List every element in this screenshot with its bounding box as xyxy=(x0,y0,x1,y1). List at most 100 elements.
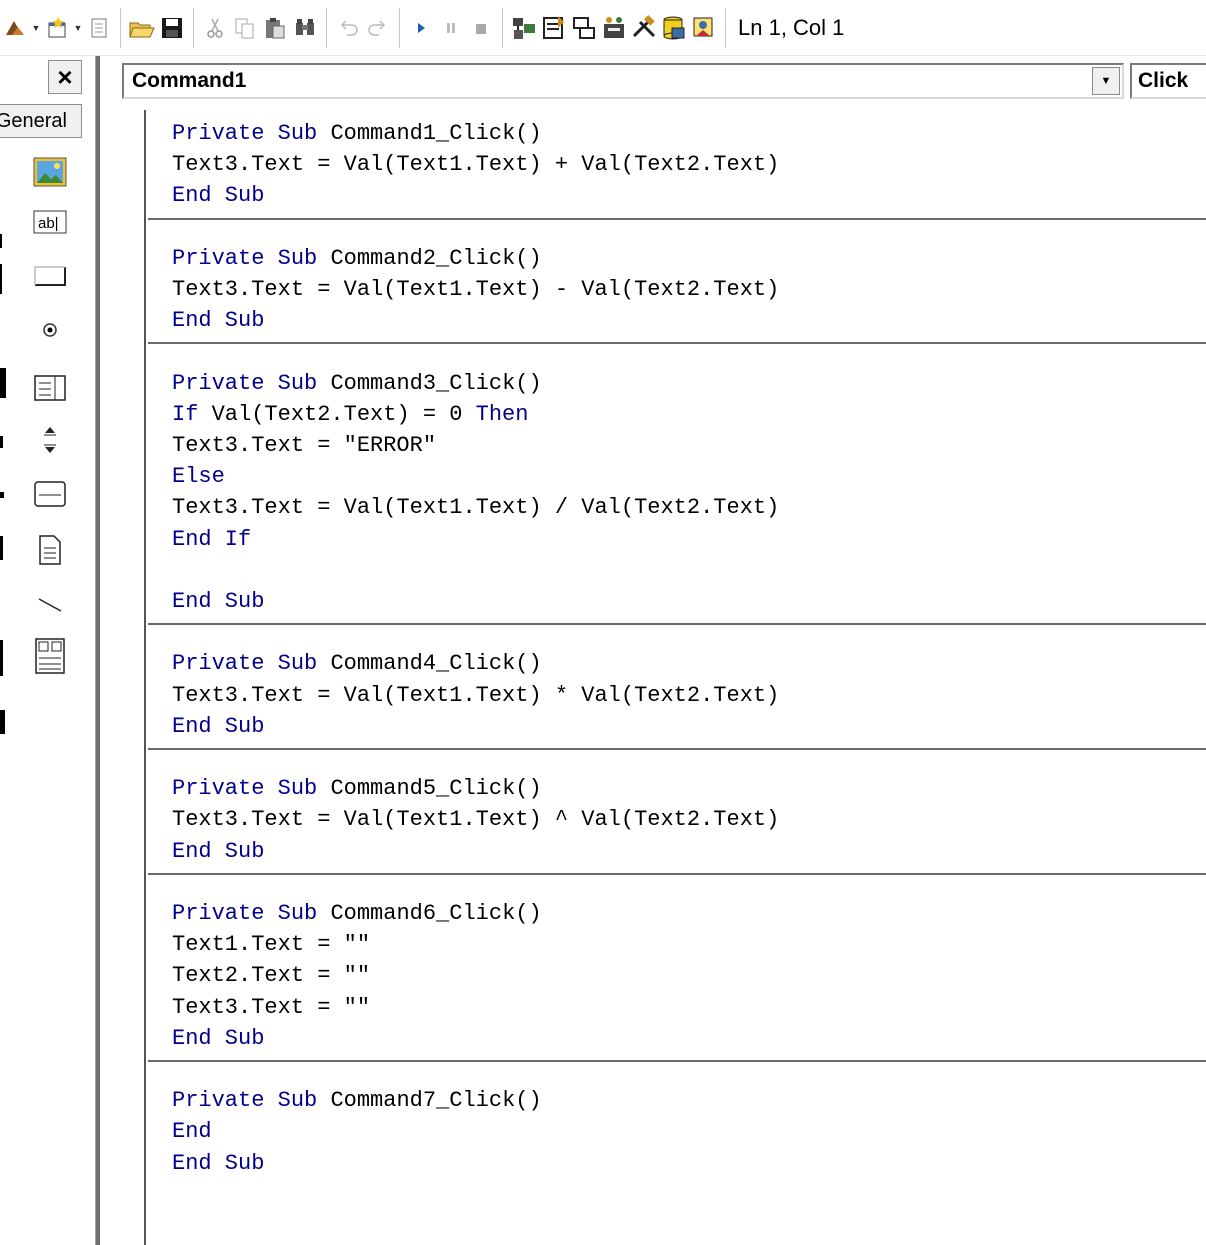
code-line[interactable]: Text1.Text = "" xyxy=(172,929,370,960)
code-keyword: End If xyxy=(172,526,252,552)
code-line[interactable]: End Sub xyxy=(172,180,264,211)
code-line[interactable]: Private Sub Command6_Click() xyxy=(172,898,542,929)
code-keyword: Private Sub xyxy=(172,1088,331,1114)
code-line[interactable]: End Sub xyxy=(172,586,264,617)
undo-icon[interactable] xyxy=(333,8,363,48)
menu-editor-icon[interactable] xyxy=(84,8,114,48)
code-line[interactable]: Text3.Text = Val(Text1.Text) ^ Val(Text2… xyxy=(172,804,779,835)
code-text: Command3_Click() xyxy=(330,370,542,396)
code-text: Text3.Text = "" xyxy=(172,994,371,1020)
margin-indicator-bar[interactable] xyxy=(100,110,146,1245)
toolbox-clipped-edge xyxy=(0,536,3,560)
code-keyword: End Sub xyxy=(172,183,265,209)
line-tool-icon[interactable] xyxy=(26,582,74,626)
toolbar-separator xyxy=(399,7,400,48)
object-combo[interactable]: Command1 ▼ xyxy=(122,63,1124,99)
chevron-down-icon[interactable]: ▼ xyxy=(1092,67,1120,95)
textbox-tool-icon[interactable]: ab| xyxy=(26,200,74,244)
code-line[interactable]: Text3.Text = Val(Text1.Text) - Val(Text2… xyxy=(172,274,779,305)
code-keyword: Else xyxy=(172,464,225,490)
cut-icon[interactable] xyxy=(200,8,230,48)
data-view-icon[interactable] xyxy=(659,8,689,48)
procedure-separator xyxy=(148,872,1206,875)
code-keyword: End Sub xyxy=(172,589,265,614)
commandbutton-tool-icon[interactable] xyxy=(26,254,74,298)
file-list-tool-icon[interactable] xyxy=(26,528,74,572)
toolbox-clipped-edge xyxy=(0,368,6,398)
listbox-tool-icon[interactable] xyxy=(26,366,74,410)
end-icon[interactable] xyxy=(466,8,496,48)
add-form-icon[interactable] xyxy=(42,8,72,48)
svg-text:ab|: ab| xyxy=(38,215,59,232)
code-line[interactable]: End xyxy=(172,1116,212,1147)
code-line[interactable]: Else xyxy=(172,461,225,492)
code-text: Command6_Click() xyxy=(330,901,542,926)
procedure-combo[interactable]: Click xyxy=(1130,63,1206,99)
code-line[interactable]: End If xyxy=(172,524,251,555)
code-keyword: End Sub xyxy=(172,1025,265,1051)
object-browser-icon[interactable] xyxy=(599,8,629,48)
dropdown-arrow-icon[interactable]: ▼ xyxy=(30,8,42,48)
code-line[interactable]: Text3.Text = "ERROR" xyxy=(172,430,436,461)
code-line[interactable]: Private Sub Command5_Click() xyxy=(172,773,542,804)
code-keyword: Private Sub xyxy=(172,901,331,926)
code-line[interactable]: End Sub xyxy=(172,1148,264,1179)
toolbar-separator xyxy=(193,7,194,48)
code-window: Command1 ▼ Click Private Sub Command1_Cl… xyxy=(96,56,1206,1245)
code-line[interactable]: Text3.Text = "" xyxy=(172,992,370,1023)
project-explorer-icon[interactable] xyxy=(509,8,539,48)
code-line[interactable]: Private Sub Command2_Click() xyxy=(172,243,542,274)
paste-icon[interactable] xyxy=(260,8,290,48)
code-text: Text3.Text = Val(Text1.Text) * Val(Text2… xyxy=(172,682,780,708)
procedure-separator xyxy=(148,217,1206,220)
dropdown-arrow-icon[interactable]: ▼ xyxy=(72,8,84,48)
save-icon[interactable] xyxy=(157,8,187,48)
toolbox-clipped-edge xyxy=(0,264,2,294)
code-line[interactable]: Private Sub Command3_Click() xyxy=(172,368,542,399)
toolbox-tab-general[interactable]: General xyxy=(0,104,82,138)
procedure-separator xyxy=(148,748,1206,750)
code-line[interactable]: Private Sub Command1_Click() xyxy=(172,118,542,149)
open-icon[interactable] xyxy=(127,8,157,48)
component-manager-icon[interactable] xyxy=(689,8,719,48)
vscrollbar-tool-icon[interactable] xyxy=(26,418,74,462)
toolbox-clipped-edge xyxy=(0,234,2,248)
optionbutton-tool-icon[interactable] xyxy=(26,308,74,352)
code-line[interactable]: End Sub xyxy=(172,305,264,336)
cursor-position-status: Ln 1, Col 1 xyxy=(738,14,845,40)
copy-icon[interactable] xyxy=(230,8,260,48)
picturebox-tool-icon[interactable] xyxy=(26,150,74,194)
code-line[interactable]: If Val(Text2.Text) = 0 Then xyxy=(172,399,528,430)
code-editor[interactable]: Private Sub Command1_Click() Text3.Text =… xyxy=(148,110,1206,1245)
code-keyword: End Sub xyxy=(172,308,265,334)
data-control-tool-icon[interactable] xyxy=(26,634,74,678)
toolbox-close-button[interactable]: × xyxy=(48,60,82,94)
code-line[interactable]: Text2.Text = "" xyxy=(172,960,370,991)
toolbar-separator xyxy=(725,7,726,48)
toolbox-icon[interactable] xyxy=(629,8,659,48)
code-line[interactable]: End Sub xyxy=(172,836,264,867)
add-project-icon[interactable] xyxy=(0,8,30,48)
code-line[interactable]: Private Sub Command7_Click() xyxy=(172,1085,542,1116)
form-layout-icon[interactable] xyxy=(569,8,599,48)
code-line[interactable]: Text3.Text = Val(Text1.Text) * Val(Text2… xyxy=(172,680,779,711)
properties-icon[interactable] xyxy=(539,8,569,48)
procedure-separator xyxy=(148,1060,1206,1062)
code-text: Command1_Click() xyxy=(330,121,542,146)
code-line[interactable]: End Sub xyxy=(172,711,264,742)
procedure-separator xyxy=(148,342,1206,345)
toolbox-clipped-edge xyxy=(0,492,4,498)
code-keyword: End Sub xyxy=(172,838,265,864)
code-text: Command4_Click() xyxy=(330,651,542,677)
code-line[interactable]: Text3.Text = Val(Text1.Text) / Val(Text2… xyxy=(172,492,779,523)
redo-icon[interactable] xyxy=(363,8,393,48)
object-combo-value: Command1 xyxy=(132,69,247,92)
code-line[interactable]: Text3.Text = Val(Text1.Text) + Val(Text2… xyxy=(172,149,779,180)
frame-tool-icon[interactable] xyxy=(26,472,74,516)
find-icon[interactable] xyxy=(290,8,320,48)
toolbar-separator xyxy=(120,7,121,48)
code-line[interactable]: Private Sub Command4_Click() xyxy=(172,648,542,679)
code-line[interactable]: End Sub xyxy=(172,1023,264,1054)
start-icon[interactable] xyxy=(406,8,436,48)
break-icon[interactable] xyxy=(436,8,466,48)
